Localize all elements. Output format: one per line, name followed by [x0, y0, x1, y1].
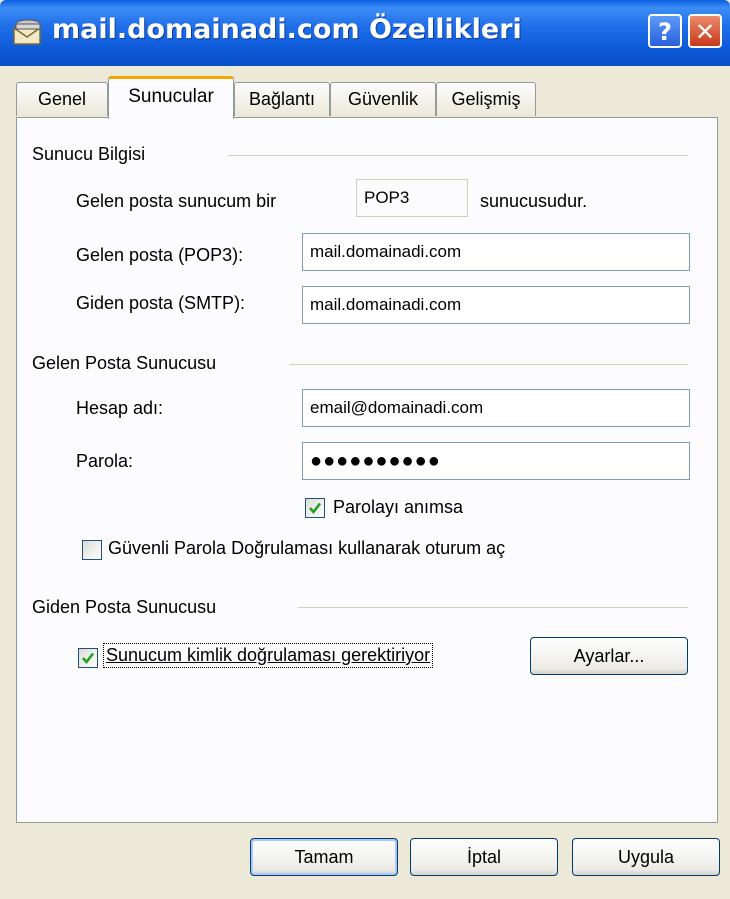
apply-button[interactable]: Uygula	[572, 838, 720, 876]
tab-genel[interactable]: Genel	[16, 82, 108, 116]
incoming-server-label: Gelen posta (POP3):	[76, 245, 244, 265]
settings-button[interactable]: Ayarlar...	[530, 637, 688, 675]
section-divider	[228, 155, 688, 156]
checkmark-icon	[309, 502, 322, 515]
spa-checkbox[interactable]	[82, 540, 102, 560]
password-input[interactable]: ●●●●●●●●●●	[302, 442, 690, 480]
account-name-input[interactable]: email@domainadi.com	[302, 389, 690, 427]
tab-gelismis[interactable]: Gelişmiş	[436, 82, 536, 116]
incoming-type-prefix: Gelen posta sunucum bir	[76, 191, 277, 211]
section-divider	[290, 364, 688, 365]
cancel-button[interactable]: İptal	[410, 838, 558, 876]
outgoing-server-input[interactable]: mail.domainadi.com	[302, 286, 690, 324]
window-title: mail.domainadi.com Özellikleri	[52, 14, 522, 45]
smtp-auth-label[interactable]: Sunucum kimlik doğrulaması gerektiriyor	[102, 643, 434, 668]
section-outgoing-server: Giden Posta Sunucusu	[32, 597, 217, 617]
help-button[interactable]: ?	[648, 14, 682, 48]
account-name-label: Hesap adı:	[76, 398, 164, 418]
incoming-type-suffix: sunucusudur.	[480, 191, 588, 211]
tab-sunucular[interactable]: Sunucular	[108, 76, 234, 119]
outgoing-server-label: Giden posta (SMTP):	[76, 293, 246, 313]
title-bar[interactable]: mail.domainadi.com Özellikleri ? ✕	[0, 0, 730, 66]
tab-baglanti[interactable]: Bağlantı	[234, 82, 330, 116]
properties-dialog: mail.domainadi.com Özellikleri ? ✕ Genel…	[0, 0, 730, 899]
ok-button[interactable]: Tamam	[250, 838, 398, 876]
remember-password-checkbox[interactable]	[305, 498, 325, 518]
mail-account-icon	[13, 19, 41, 45]
checkmark-icon	[82, 652, 95, 665]
incoming-server-type-field: POP3	[356, 179, 468, 217]
password-label: Parola:	[76, 451, 134, 471]
section-divider	[298, 607, 688, 608]
section-incoming-server: Gelen Posta Sunucusu	[32, 353, 217, 373]
remember-password-label[interactable]: Parolayı anımsa	[333, 497, 463, 518]
section-server-info: Sunucu Bilgisi	[32, 144, 146, 164]
tab-guvenlik[interactable]: Güvenlik	[330, 82, 436, 116]
incoming-server-input[interactable]: mail.domainadi.com	[302, 233, 690, 271]
spa-label[interactable]: Güvenli Parola Doğrulaması kullanarak ot…	[108, 538, 505, 559]
smtp-auth-checkbox[interactable]	[78, 648, 98, 668]
close-button[interactable]: ✕	[688, 14, 722, 48]
